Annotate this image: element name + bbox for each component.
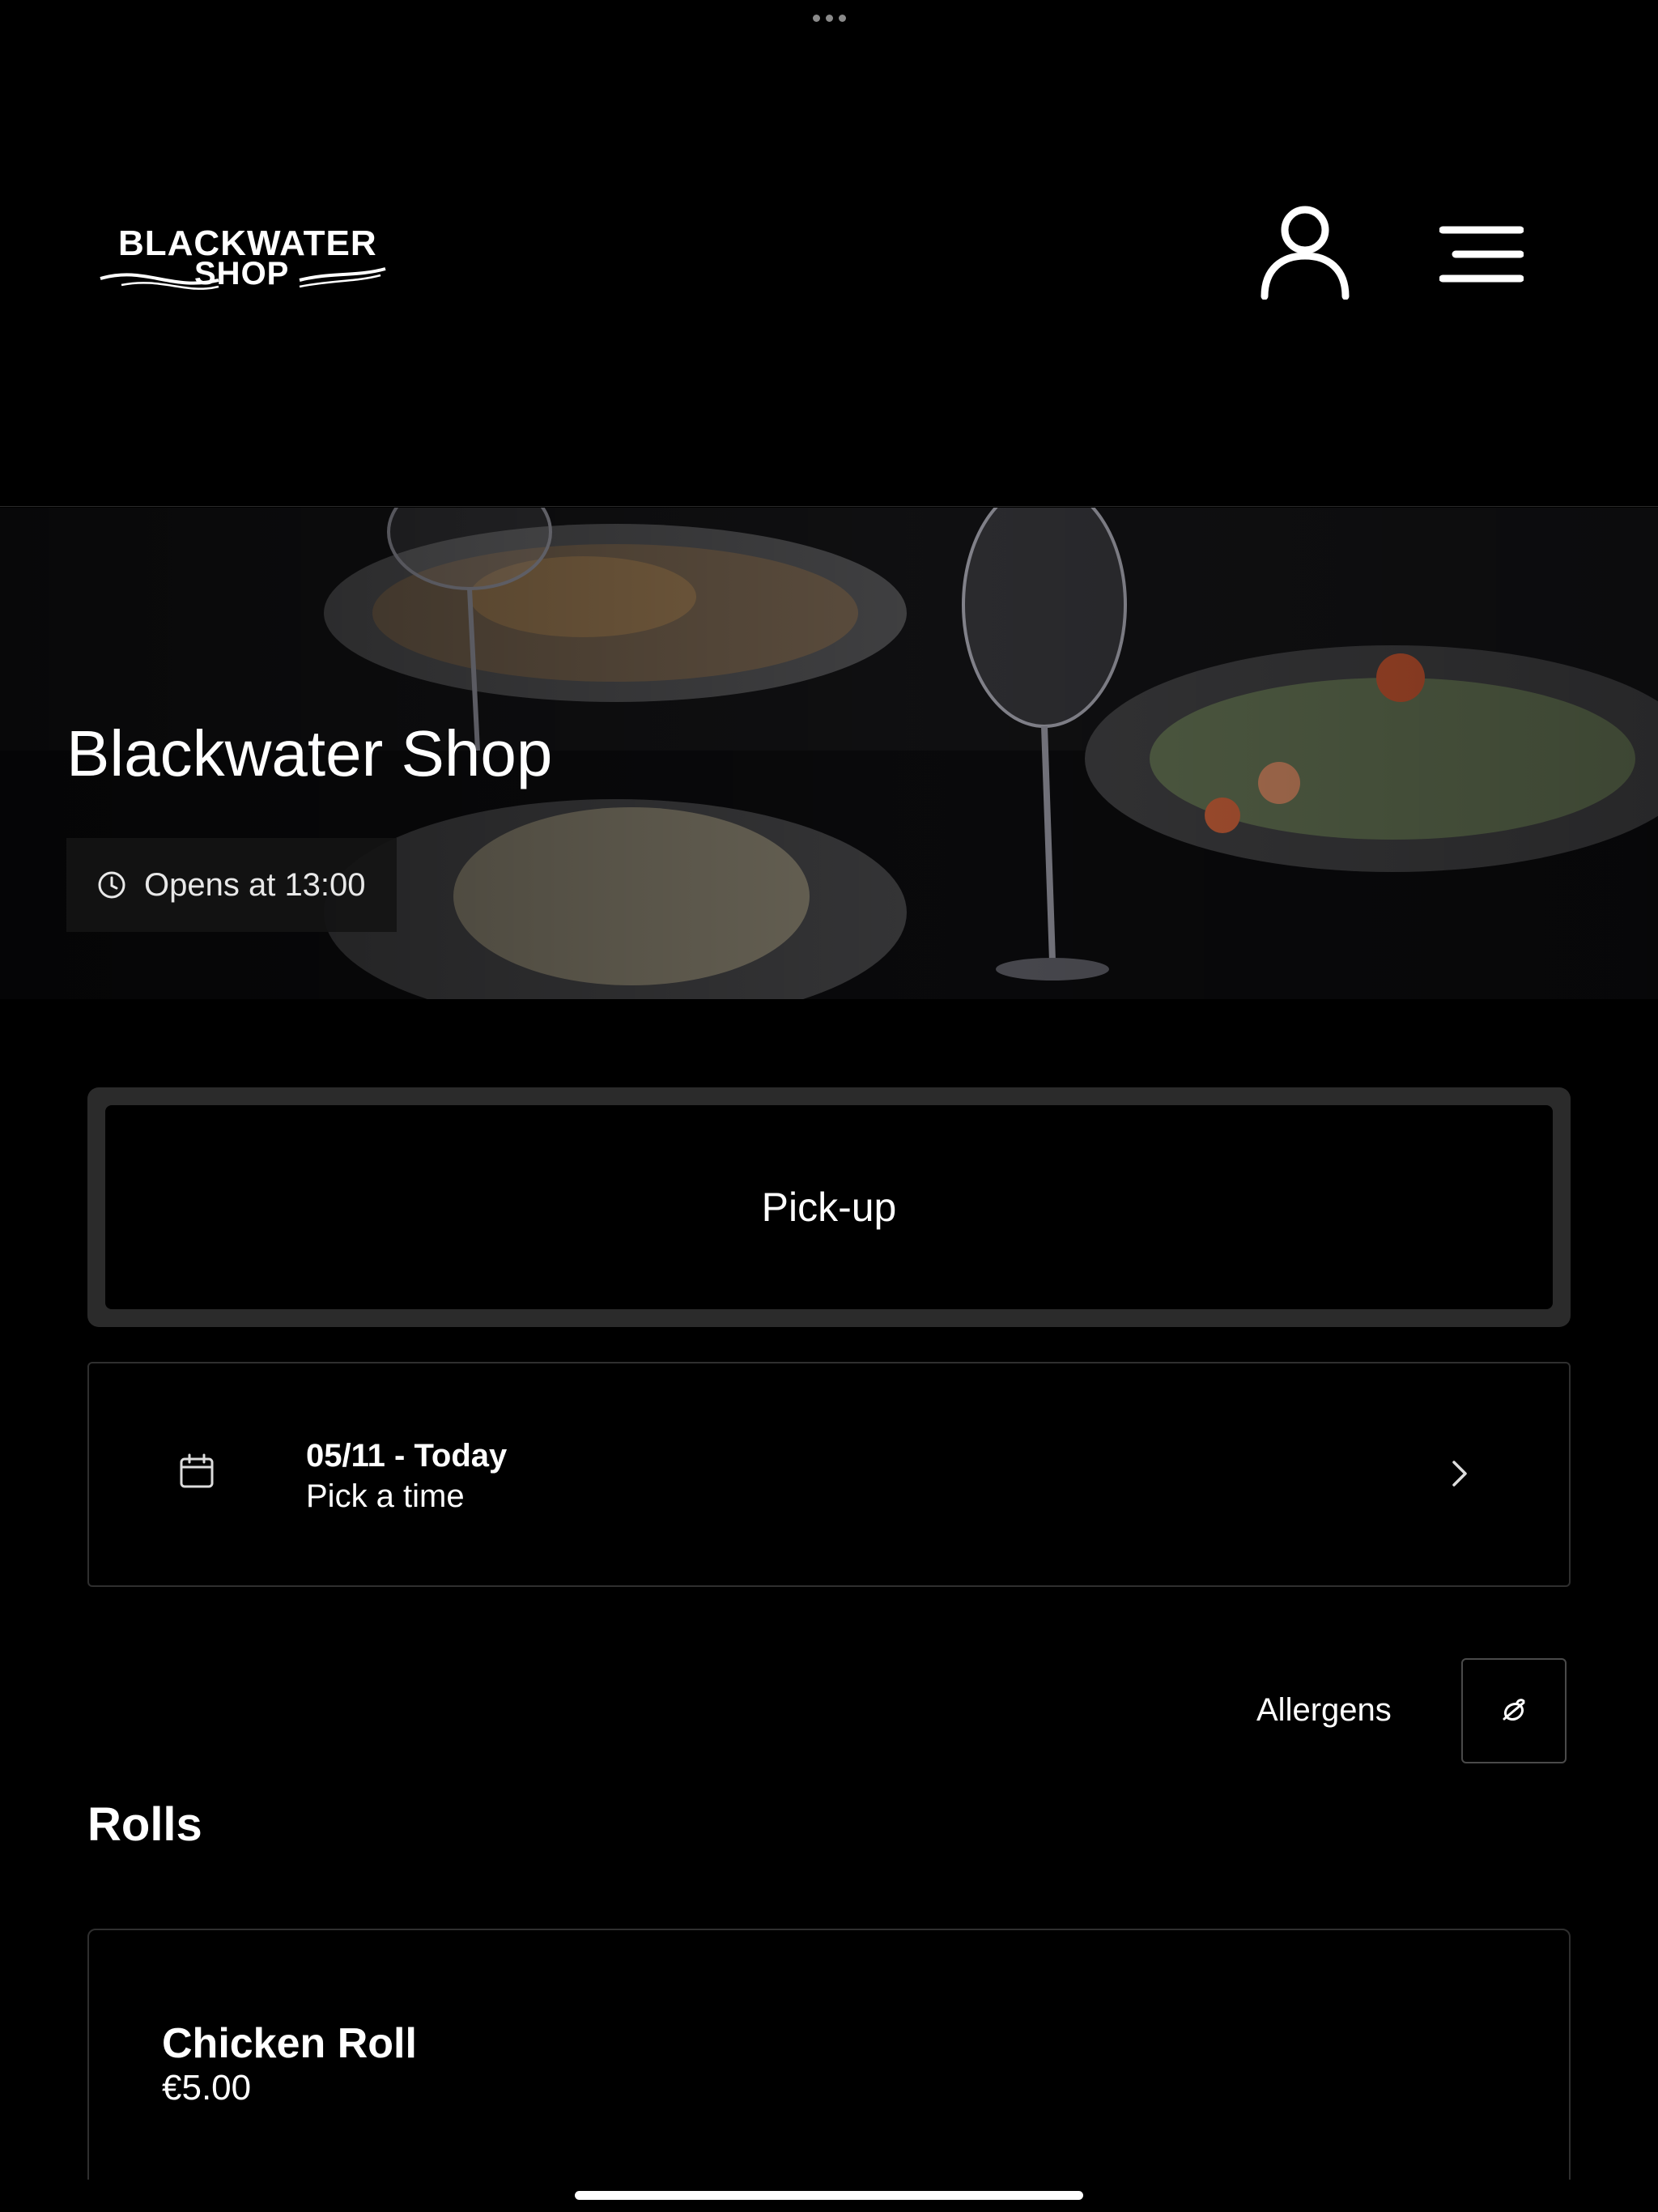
user-icon <box>1261 206 1350 300</box>
opening-hours-text: Opens at 13:00 <box>144 866 366 903</box>
chevron-right-icon <box>1452 1461 1467 1487</box>
allergen-filter-icon <box>1503 1699 1525 1721</box>
hamburger-menu-icon <box>1439 226 1524 283</box>
product-name: Chicken Roll <box>162 2020 417 2067</box>
logo-line2: SHOP <box>194 256 290 291</box>
account-button[interactable] <box>1260 206 1350 300</box>
clock-icon <box>98 871 125 899</box>
order-mode-selector: Pick-up <box>87 1087 1571 1327</box>
shop-logo[interactable]: BLACKWATER SHOP <box>97 223 389 296</box>
allergens-filter-button[interactable] <box>1461 1658 1567 1763</box>
menu-button[interactable] <box>1439 225 1524 283</box>
opening-hours-badge: Opens at 13:00 <box>66 838 397 932</box>
pickup-date: 05/11 - Today <box>306 1438 508 1474</box>
calendar-icon <box>180 1453 214 1488</box>
menu-section-title: Rolls <box>87 1798 202 1851</box>
hero-banner: Blackwater Shop Opens at 13:00 <box>0 508 1658 999</box>
product-price: €5.00 <box>162 2068 252 2108</box>
site-header: BLACKWATER SHOP <box>0 0 1658 507</box>
shop-title: Blackwater Shop <box>66 717 553 789</box>
product-card[interactable]: Chicken Roll €5.00 <box>87 1929 1571 2212</box>
pickup-time-prompt: Pick a time <box>306 1478 465 1514</box>
pickup-option-button[interactable]: Pick-up <box>105 1105 1553 1309</box>
home-indicator[interactable] <box>575 2191 1083 2200</box>
pickup-label: Pick-up <box>761 1185 897 1230</box>
pickup-time-selector[interactable]: 05/11 - Today Pick a time <box>87 1362 1571 1587</box>
allergens-label: Allergens <box>1256 1692 1392 1728</box>
